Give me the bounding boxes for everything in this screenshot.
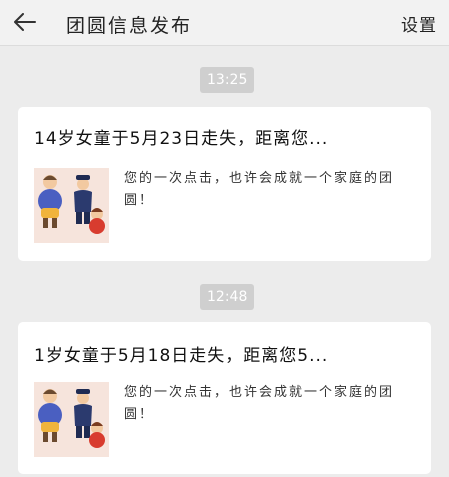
back-button[interactable] [10,8,40,36]
family-illustration-icon [34,382,109,457]
timestamp-badge: 13:25 [200,67,255,93]
family-illustration-icon [34,168,109,243]
message-title: 14岁女童于5月23日走失，距离您... [34,129,329,149]
message-card[interactable]: 1岁女童于5月18日走失，距离您5... 您的一次点击，也许会成就一个家庭的团圆… [18,322,431,474]
timestamp-badge: 12:48 [200,284,255,310]
message-title: 1岁女童于5月18日走失，距离您5... [34,346,329,366]
arrow-left-icon [14,13,36,31]
settings-button[interactable]: 设置 [401,11,437,36]
top-bar: 团圆信息发布 设置 [0,0,449,46]
message-card[interactable]: 14岁女童于5月23日走失，距离您... 您的一次点击，也许会成就一个家庭的团圆… [18,107,431,261]
app-screen: 团圆信息发布 设置 13:25 14岁女童于5月23日走失，距离您... 您的一… [0,0,449,477]
page-title: 团圆信息发布 [66,15,193,37]
message-description: 您的一次点击，也许会成就一个家庭的团圆！ [124,171,395,208]
message-description: 您的一次点击，也许会成就一个家庭的团圆！ [124,385,395,422]
